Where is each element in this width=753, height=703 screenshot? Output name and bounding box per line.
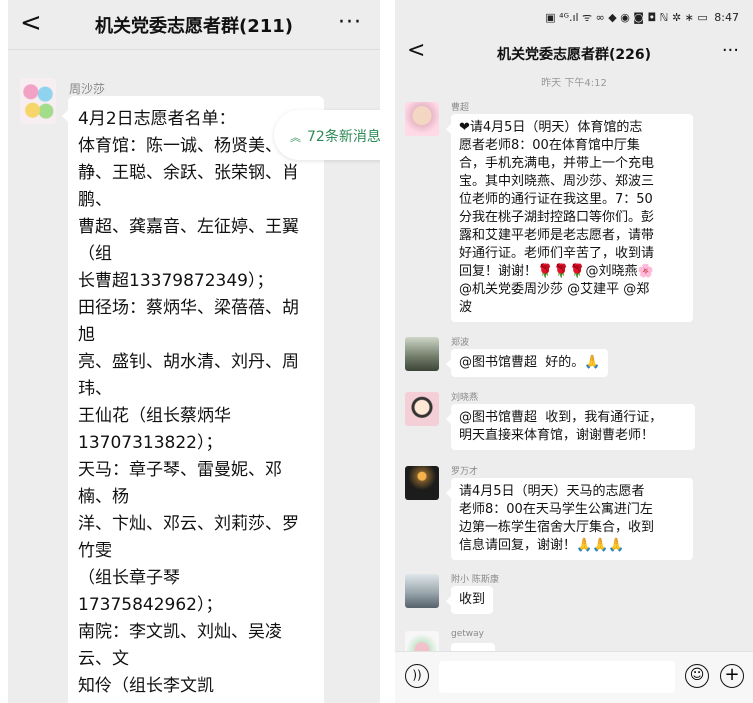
message-bubble[interactable]: 收到 <box>445 586 494 614</box>
right-chat-screen: ▣ ⁴ᴳ.ıl ᯤ ∞ ◆ ◉ ◙ ◘ ℕ ✲ ∗ ▭ 8:47 < 机关党委志… <box>395 0 753 703</box>
chat-header: < 机关党委志愿者群(226) ··· <box>395 34 753 74</box>
chat-title: 机关党委志愿者群(226) <box>496 47 652 63</box>
left-chat-screen: < 机关党委志愿者群(211) ··· 周沙莎 4月2日志愿者名单： 体育馆：陈… <box>8 0 380 703</box>
message-input[interactable] <box>439 661 675 693</box>
time-divider: 昨天 下午4:12 <box>541 78 607 89</box>
new-messages-label: 72条新消息 <box>307 129 380 145</box>
avatar[interactable] <box>20 78 56 124</box>
avatar[interactable] <box>405 337 439 371</box>
status-bar: ▣ ⁴ᴳ.ıl ᯤ ∞ ◆ ◉ ◙ ◘ ℕ ✲ ∗ ▭ 8:47 <box>395 0 753 34</box>
voice-icon[interactable]: )) <box>405 664 429 688</box>
more-icon[interactable]: ··· <box>722 40 739 61</box>
avatar[interactable] <box>405 102 439 136</box>
sender-name: 曹超 <box>451 103 470 113</box>
new-messages-button[interactable]: ︽ 72条新消息 <box>274 110 380 160</box>
sender-name: 周沙莎 <box>69 82 106 96</box>
status-icons: ▣ ⁴ᴳ.ıl ᯤ ∞ ◆ ◉ ◙ ◘ ℕ ✲ ∗ ▭ <box>545 11 708 24</box>
message-bubble[interactable]: ❤请4月5日（明天）体育馆的志 愿者老师8：00在体育馆中厅集 合，手机充满电，… <box>446 114 693 322</box>
more-icon[interactable]: ··· <box>338 10 362 35</box>
sender-name: 附小 陈斯康 <box>451 575 499 585</box>
avatar[interactable] <box>405 574 439 608</box>
avatar[interactable] <box>405 466 439 500</box>
message-bubble[interactable]: 请4月5日（明天）天马的志愿者 老师8：00在天马学生公寓进门左 边第一栋学生宿… <box>446 478 693 560</box>
sender-name: getway <box>451 629 484 639</box>
emoji-icon[interactable]: ☺ <box>685 664 709 688</box>
sender-name: 刘晓燕 <box>451 393 479 403</box>
message-bubble[interactable]: @图书馆曹超 好的。🙏 <box>445 349 609 377</box>
sender-name: 罗万才 <box>451 467 479 477</box>
clock: 8:47 <box>714 11 739 24</box>
message-bubble[interactable]: 4月2日志愿者名单： 体育馆：陈一诚、杨贤美、黄 静、王聪、余跃、张荣钢、肖鹏、… <box>62 96 324 703</box>
chat-title: 机关党委志愿者群(211) <box>94 16 294 37</box>
message-bubble[interactable]: @图书馆曹超 收到，我有通行证， 明天直接来体育馆，谢谢曹老师！ <box>446 404 695 450</box>
double-chevron-up-icon: ︽ <box>290 131 301 144</box>
plus-icon[interactable]: + <box>720 664 744 688</box>
avatar[interactable] <box>405 392 439 426</box>
input-bar: )) ☺ + <box>395 651 753 703</box>
sender-name: 郑波 <box>451 338 470 348</box>
chat-header: < 机关党委志愿者群(211) ··· <box>8 0 380 50</box>
